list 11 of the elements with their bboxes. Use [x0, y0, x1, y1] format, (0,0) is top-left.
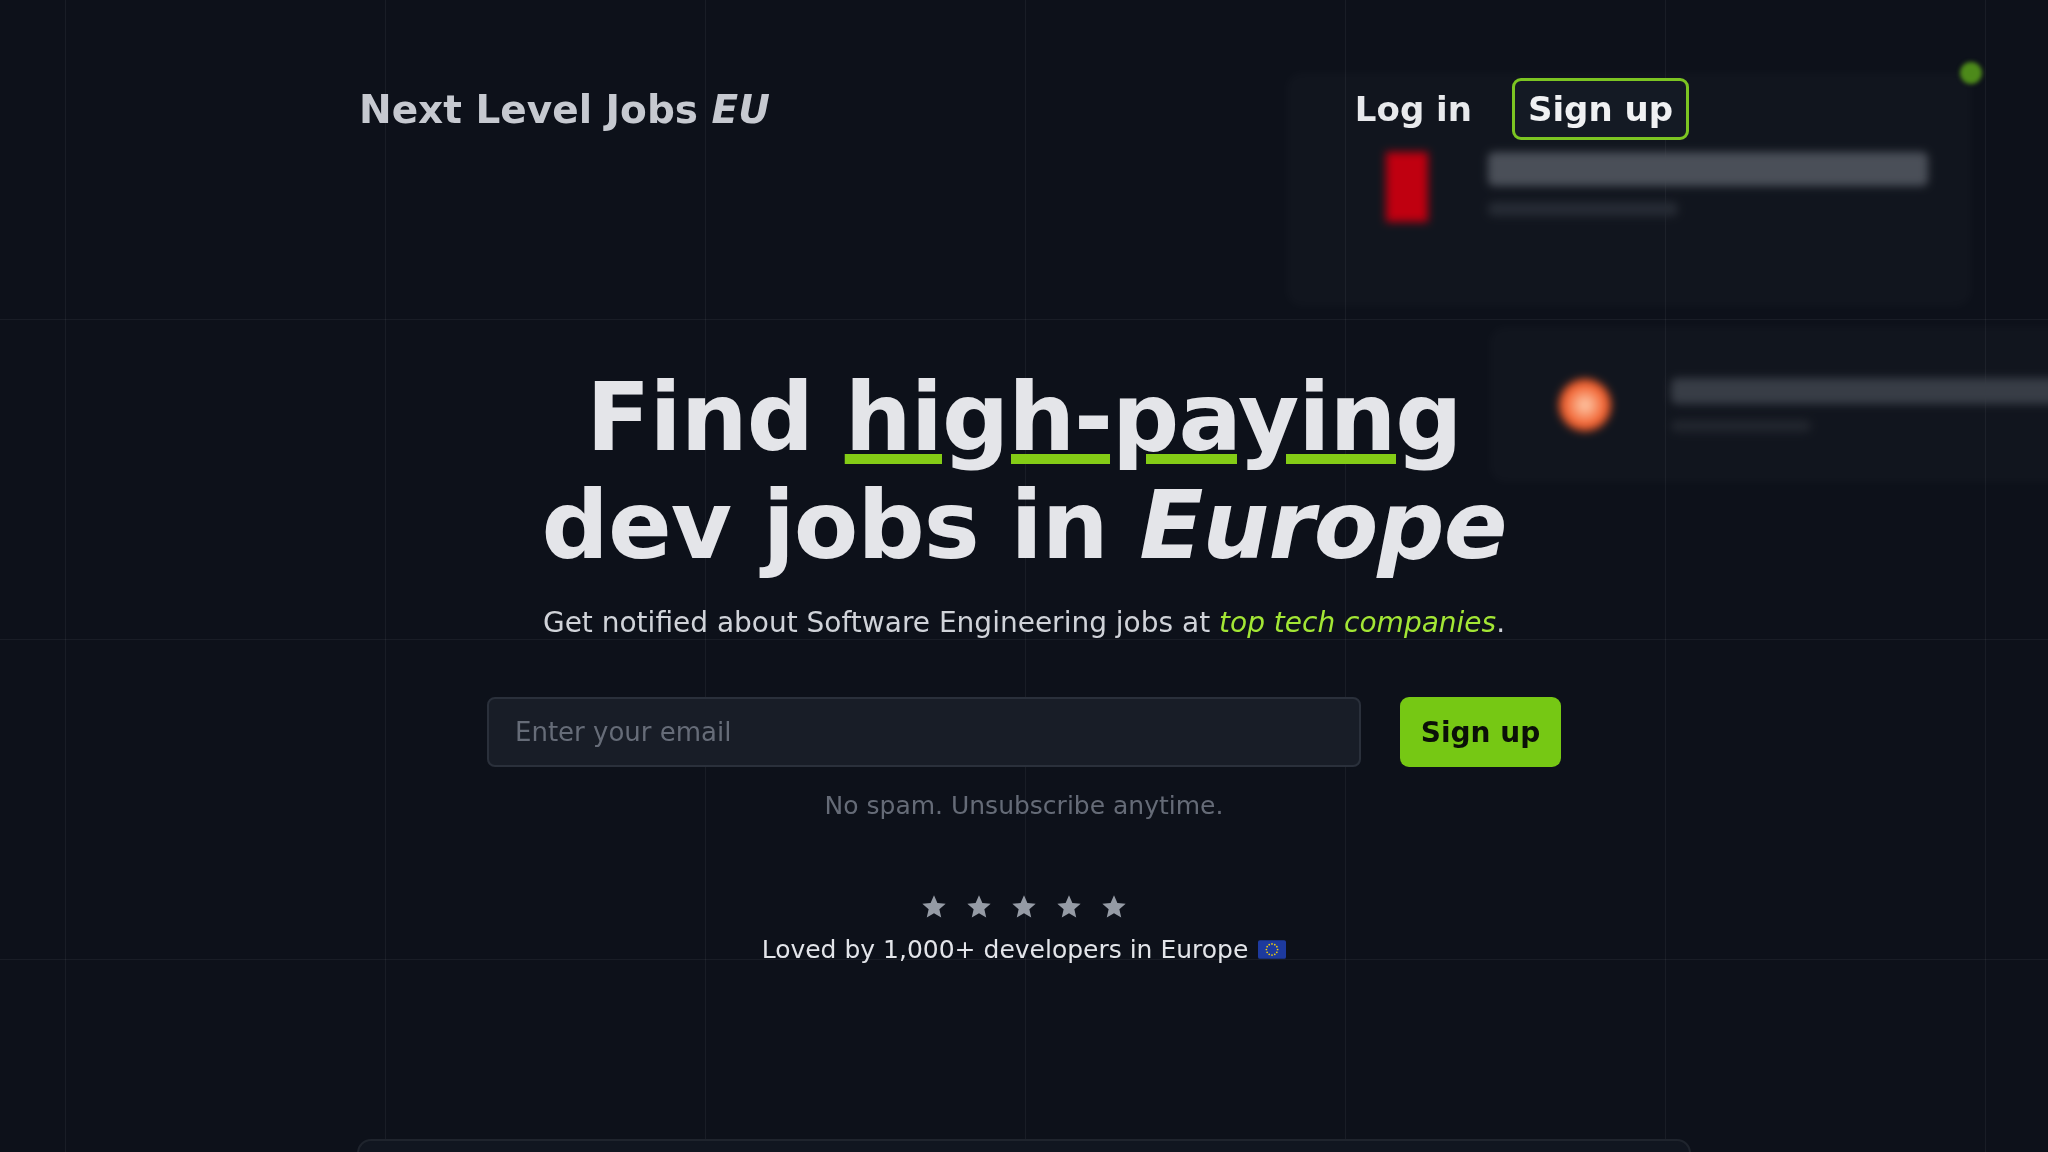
email-field[interactable]: Enter your email	[487, 697, 1361, 767]
status-dot	[1960, 62, 1982, 84]
flag-icon	[1258, 940, 1287, 959]
login-link[interactable]: Log in	[1354, 89, 1472, 129]
site-logo[interactable]: Next Level Jobs EU	[359, 86, 770, 132]
form-note: No spam. Unsubscribe anytime.	[824, 791, 1224, 820]
rating-text: Loved by 1,000+ developers in Europe	[761, 935, 1249, 964]
signup-button[interactable]: Sign up	[1511, 78, 1689, 140]
signup-button[interactable]: Sign up	[1400, 697, 1561, 767]
hero-heading: Find high-paying dev jobs in Europe	[541, 364, 1507, 580]
hero-subtitle: Get notified about Software Engineering jobs at top tech companies.	[542, 606, 1506, 639]
